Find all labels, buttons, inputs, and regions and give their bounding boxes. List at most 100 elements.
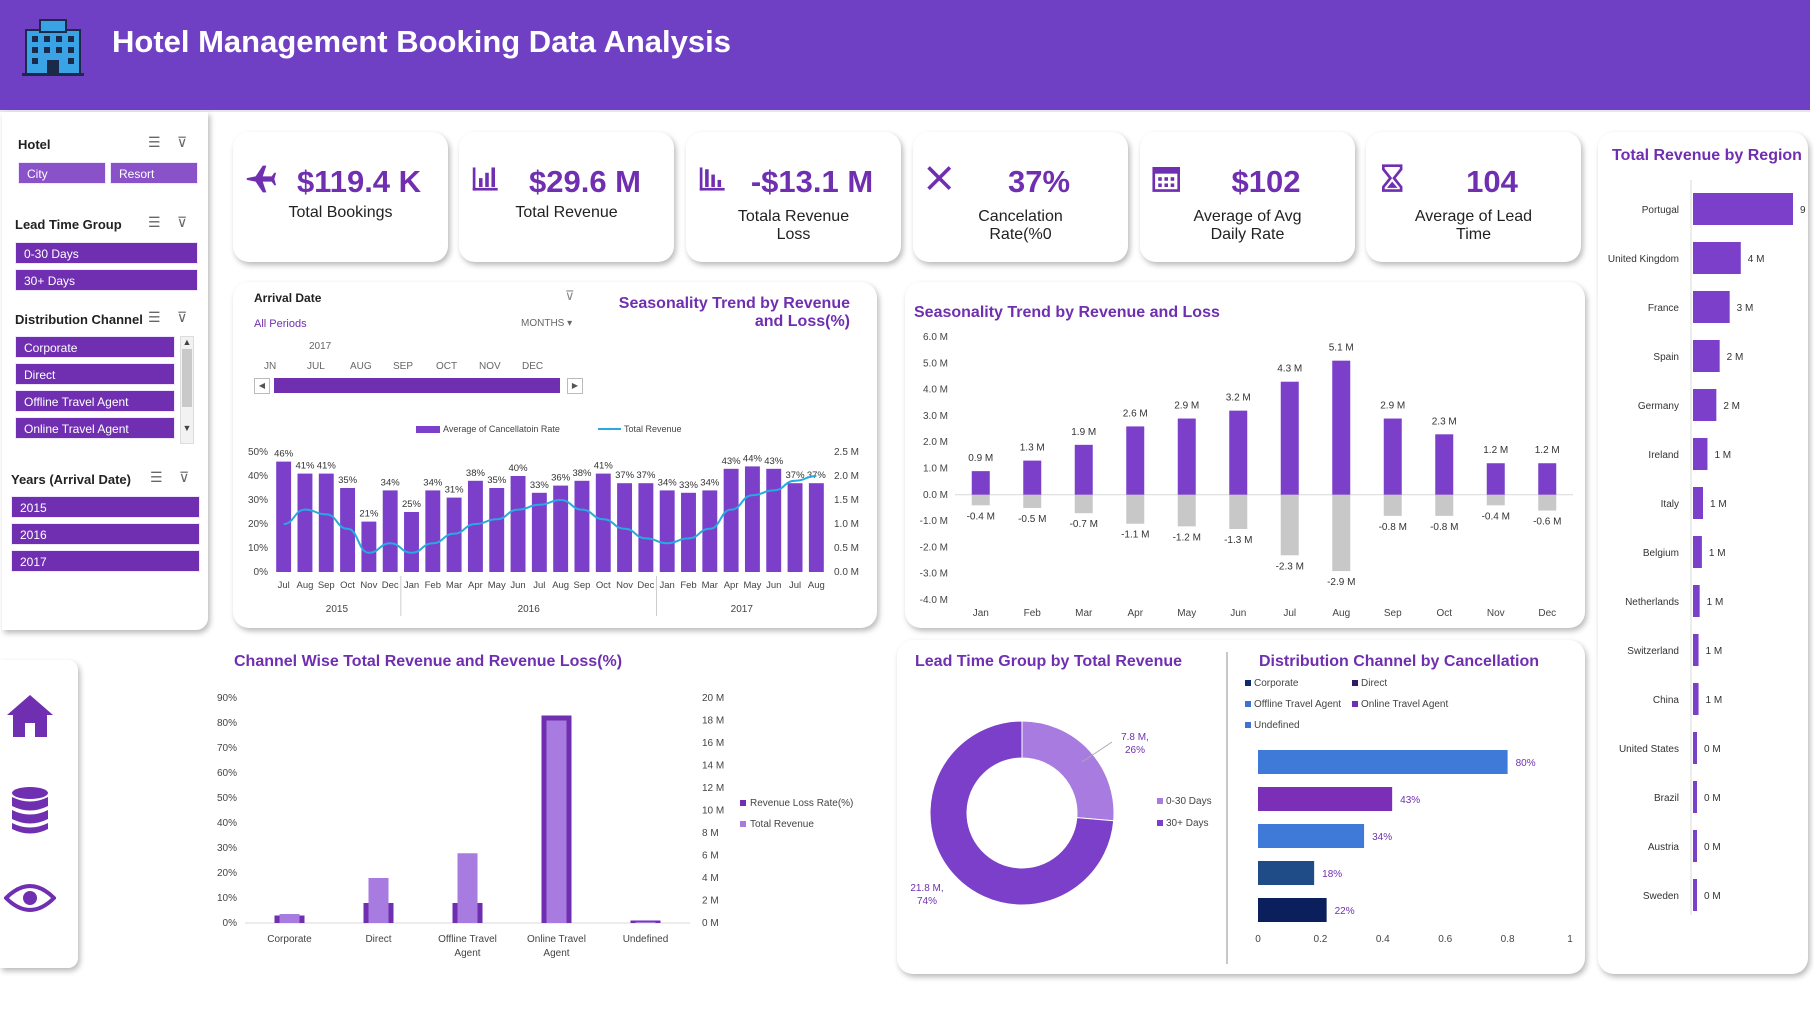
timeline-month[interactable]: JUL [307,361,325,372]
bar-data-label: 34% [1372,832,1392,843]
loss-bar [1332,494,1351,572]
cancel-bar [638,483,654,572]
lead-time-slicer-item-30plus[interactable]: 30+ Days [15,269,198,291]
revenue-bar [1486,463,1505,495]
x-axis-tick: Oct [1436,608,1452,619]
region-value-label: 0 M [1704,891,1721,902]
cancel-data-label: 36% [551,473,571,484]
timeline-month[interactable]: SEP [393,361,413,372]
legend-label: Online Travel Agent [1361,699,1448,710]
cancel-bar [318,473,334,572]
x-axis-tick: Sep [1384,608,1402,619]
bar-data-label: 18% [1322,869,1342,880]
scroll-thumb[interactable] [182,349,192,407]
revenue-data-label: 2.9 M [1174,401,1199,412]
y-axis-tick: 2.0 M [923,437,948,448]
revenue-data-label: 1.2 M [1535,445,1560,456]
revenue-bar [1126,426,1145,495]
timeline-scroll-right-icon[interactable]: ▶ [567,378,583,394]
multi-select-icon[interactable]: ☰ [150,469,169,486]
cancel-data-label: 37% [807,470,827,481]
region-value-label: 1 M [1710,499,1727,510]
cancel-bar [553,485,569,572]
y-axis-left-tick: 10% [248,543,268,554]
cancellation-bar [1258,750,1508,774]
timeline-unit-dropdown[interactable]: MONTHS ▾ [521,318,572,329]
y-axis-left-tick: 30% [217,843,237,854]
legend-swatch-cancel [416,426,440,433]
region-name-label: Austria [1648,842,1680,853]
revenue-bar [279,914,300,923]
home-icon[interactable] [5,693,55,739]
eye-icon[interactable] [4,882,56,914]
loss-data-label: -2.9 M [1327,577,1355,588]
kpi-value: $102 [1231,164,1301,199]
multi-select-icon[interactable]: ☰ [148,309,167,326]
x-axis-tick: Online Travel [527,934,586,945]
clear-filter-icon[interactable]: ⊽ [177,309,193,326]
clear-filter-icon[interactable]: ⊽ [177,214,193,231]
years-slicer-item-2017[interactable]: 2017 [11,550,200,572]
scroll-up-icon[interactable]: ▲ [181,337,193,347]
legend-label: Corporate [1254,678,1299,689]
database-icon[interactable] [10,786,50,836]
x-axis-tick: Apr [468,580,483,591]
timeline-clear-filter-icon[interactable]: ⊽ [565,288,575,304]
region-bar [1693,585,1700,617]
loss-data-label: -1.1 M [1121,530,1149,541]
loss-data-label: -1.2 M [1173,532,1201,543]
timeline-month[interactable]: DEC [522,361,543,372]
cancel-bar [574,480,590,572]
loss-bar [1126,494,1145,524]
distribution-slicer-scrollbar[interactable]: ▲ ▼ [180,336,194,444]
clear-filter-icon[interactable]: ⊽ [179,469,195,486]
x-axis-tick: Mar [446,580,462,591]
multi-select-icon[interactable]: ☰ [148,214,167,231]
kpi-label: Average of Lead Time [1414,208,1533,243]
years-slicer-item-2016[interactable]: 2016 [11,523,200,545]
cancel-bar [297,473,313,572]
timeline-scroll-left-icon[interactable]: ◀ [254,378,270,394]
cancel-data-label: 44% [743,453,763,464]
legend-swatch-30plus [1157,820,1163,826]
legend-swatch [1352,701,1358,707]
x-axis-tick: 0 [1255,934,1261,945]
x-axis-tick: Nov [1487,608,1505,619]
timeline-month[interactable]: JN [264,361,276,372]
timeline-month[interactable]: NOV [479,361,501,372]
revenue-bar [1332,360,1351,495]
legend-swatch-revenue [740,821,746,827]
years-slicer-item-2015[interactable]: 2015 [11,496,200,518]
lead-time-slicer-item-0-30[interactable]: 0-30 Days [15,242,198,264]
donut-data-label: 7.8 M, [1121,732,1149,743]
distribution-slicer-item-online[interactable]: Online Travel Agent [15,417,175,439]
multi-select-icon[interactable]: ☰ [148,134,167,151]
timeline-month[interactable]: AUG [350,361,372,372]
x-axis-tick: Aug [808,580,825,591]
hotel-slicer-item-city[interactable]: City [18,162,106,184]
revenue-bar [546,720,567,923]
legend-swatch [1245,722,1251,728]
clear-filter-icon[interactable]: ⊽ [177,134,193,151]
timeline-range-bar[interactable] [274,378,560,393]
timeline-period[interactable]: All Periods [254,318,307,330]
revenue-bar [1538,463,1557,495]
kpi-value: 37% [1007,164,1071,199]
scroll-down-icon[interactable]: ▼ [181,423,193,433]
x-axis-tick: 0.8 [1501,934,1515,945]
kpi-card: 37% Cancelation Rate(%0 [913,132,1128,262]
hotel-slicer-item-resort[interactable]: Resort [110,162,198,184]
season-chart: 6.0 M 5.0 M 4.0 M 3.0 M 2.0 M 1.0 M 0.0 M -1.0 … [920,332,1573,619]
distribution-slicer-item-direct[interactable]: Direct [15,363,175,385]
cancel-data-label: 33% [530,480,550,491]
timeline-month[interactable]: OCT [436,361,457,372]
distribution-slicer-item-corporate[interactable]: Corporate [15,336,175,358]
revenue-bar [1074,444,1093,495]
y-axis-right-tick: 2 M [702,896,719,907]
distribution-slicer-item-offline[interactable]: Offline Travel Agent [15,390,175,412]
revenue-bar [1383,418,1402,495]
region-value-label: 9 M [1800,205,1808,216]
cancellation-bar [1258,824,1365,848]
region-value-label: 1 M [1709,548,1726,559]
x-axis-tick: 0.4 [1376,934,1390,945]
